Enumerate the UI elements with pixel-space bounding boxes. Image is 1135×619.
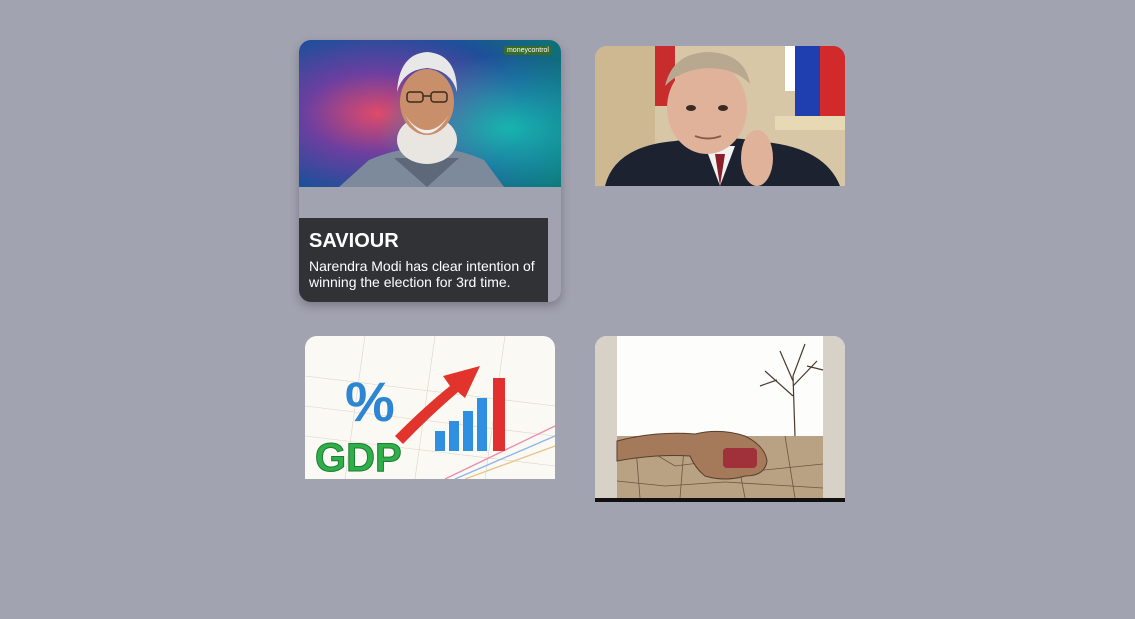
news-card-drought[interactable] [595, 336, 845, 502]
drought-hand-image [595, 336, 845, 502]
card-title: SAVIOUR [309, 230, 399, 252]
putin-portrait-image [595, 46, 845, 186]
watermark-text: moneycontrol [503, 46, 552, 55]
gdp-growth-chart-image: % GDP [305, 336, 555, 479]
news-card-putin[interactable] [595, 46, 845, 186]
news-card-gdp[interactable]: % GDP [305, 336, 555, 479]
gdp-label: GDP [315, 436, 402, 479]
svg-text:%: % [345, 370, 395, 433]
card-description: Narendra Modi has clear intention of win… [309, 258, 535, 290]
modi-portrait-image: moneycontrol [299, 40, 561, 187]
card-caption: SAVIOUR Narendra Modi has clear intentio… [299, 218, 548, 302]
news-card-saviour[interactable]: moneycontrol SAVIOUR Narendra Modi has c… [299, 40, 561, 302]
